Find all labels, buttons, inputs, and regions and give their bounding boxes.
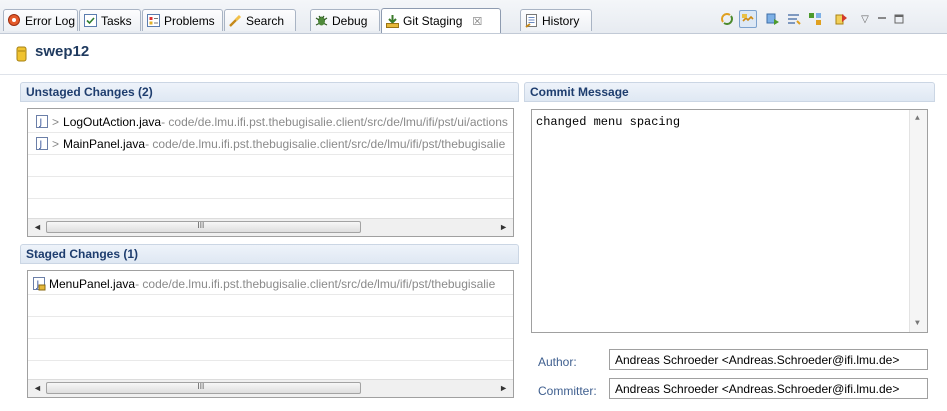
commit-message-text: changed menu spacing: [536, 115, 681, 129]
unstaged-changes-header[interactable]: Unstaged Changes (2): [20, 82, 519, 102]
close-tab-icon[interactable]: ☒: [472, 15, 482, 28]
repository-name: swep12: [35, 43, 90, 60]
git-staging-icon: [385, 14, 400, 29]
tab-label: Error Log: [25, 13, 76, 28]
scroll-left-icon[interactable]: ◄: [33, 383, 42, 393]
tab-error-log[interactable]: Error Log: [3, 9, 78, 31]
error-log-icon: [7, 13, 22, 28]
maximize-icon: [894, 14, 904, 24]
compare-mode-button[interactable]: [764, 10, 782, 28]
committer-field[interactable]: Andreas Schroeder <Andreas.Schroeder@ifi…: [609, 378, 928, 399]
list-item-empty: [28, 339, 513, 361]
java-file-icon: J: [36, 137, 48, 150]
search-icon: [228, 13, 243, 28]
commit-icon: [835, 14, 847, 25]
tab-history[interactable]: History: [520, 9, 592, 31]
tab-label: Git Staging: [403, 14, 463, 28]
author-field[interactable]: Andreas Schroeder <Andreas.Schroeder@ifi…: [609, 349, 928, 370]
staged-changes-list[interactable]: J MenuPanel.java - code/de.lmu.ifi.pst.t…: [27, 270, 514, 398]
tab-label: Debug: [332, 13, 368, 28]
file-path: - code/de.lmu.ifi.pst.thebugisalie.clien…: [145, 136, 506, 151]
scroll-down-icon[interactable]: ▼: [915, 319, 920, 328]
tab-problems[interactable]: Problems: [142, 9, 223, 31]
filter-icon: [809, 13, 821, 25]
svg-text:J: J: [39, 140, 43, 150]
horizontal-scrollbar[interactable]: ◄ III ►: [28, 379, 513, 397]
tab-git-staging[interactable]: Git Staging ☒: [381, 8, 501, 33]
commit-message-header[interactable]: Commit Message: [524, 82, 935, 102]
author-label: Author:: [538, 355, 577, 369]
scroll-up-icon[interactable]: ▲: [915, 114, 920, 123]
problems-icon: [146, 13, 161, 28]
scroll-thumb[interactable]: III: [46, 382, 361, 394]
list-item-empty: [28, 295, 513, 317]
file-name: MainPanel.java: [63, 136, 146, 151]
committer-label: Committer:: [538, 384, 597, 398]
file-path: - code/de.lmu.ifi.pst.thebugisalie.clien…: [135, 276, 496, 291]
list-item[interactable]: J > MainPanel.java - code/de.lmu.ifi.pst…: [28, 133, 513, 155]
list-item-empty: [28, 317, 513, 339]
java-file-icon: J: [36, 115, 48, 128]
repository-icon: [16, 46, 27, 65]
tab-tasks[interactable]: Tasks: [79, 9, 141, 31]
filter-button[interactable]: [806, 10, 824, 28]
refresh-button[interactable]: [718, 10, 736, 28]
form-header: [0, 34, 947, 75]
horizontal-scrollbar[interactable]: ◄ III ►: [28, 218, 513, 236]
list-item-empty: [28, 155, 513, 177]
scroll-thumb[interactable]: III: [46, 221, 361, 233]
vertical-scrollbar[interactable]: ▲ ▼: [909, 110, 927, 332]
view-menu-button[interactable]: ▽: [856, 10, 874, 28]
minimize-button[interactable]: [873, 10, 891, 28]
svg-text:J: J: [39, 118, 43, 128]
staged-changes-header[interactable]: Staged Changes (1): [20, 244, 519, 264]
debug-icon: [314, 13, 329, 28]
view-tab-bar: Error Log Tasks Problems Search Debug Gi…: [0, 0, 947, 34]
minimize-icon: [878, 17, 886, 19]
presentation-icon: [788, 14, 801, 25]
file-name: LogOutAction.java: [63, 114, 162, 129]
tab-label: Tasks: [101, 13, 132, 28]
history-icon: [524, 13, 539, 28]
tab-debug[interactable]: Debug: [310, 9, 380, 31]
file-path: - code/de.lmu.ifi.pst.thebugisalie.clien…: [161, 114, 508, 129]
list-item-empty: [28, 177, 513, 199]
compare-mode-icon: [766, 13, 779, 25]
file-name: MenuPanel.java: [49, 276, 136, 291]
link-with-selection-button[interactable]: [739, 10, 757, 28]
presentation-button[interactable]: [785, 10, 803, 28]
unstaged-changes-list[interactable]: J > LogOutAction.java - code/de.lmu.ifi.…: [27, 108, 514, 237]
list-item[interactable]: J MenuPanel.java - code/de.lmu.ifi.pst.t…: [28, 273, 513, 295]
link-with-selection-icon: [742, 14, 754, 22]
scroll-left-icon[interactable]: ◄: [33, 222, 42, 232]
view-menu-icon: ▽: [861, 13, 869, 25]
scroll-right-icon[interactable]: ►: [499, 383, 508, 393]
list-item[interactable]: J > LogOutAction.java - code/de.lmu.ifi.…: [28, 111, 513, 133]
refresh-icon: [721, 13, 733, 25]
maximize-button[interactable]: [890, 10, 908, 28]
commit-message-input[interactable]: changed menu spacing ▲ ▼: [531, 109, 928, 333]
commit-button[interactable]: [833, 10, 851, 28]
java-file-added-icon: J: [33, 277, 46, 291]
tab-label: History: [542, 13, 580, 28]
tab-search[interactable]: Search: [224, 9, 296, 31]
tab-label: Problems: [164, 13, 215, 28]
scroll-right-icon[interactable]: ►: [499, 222, 508, 232]
tab-label: Search: [246, 13, 285, 28]
tasks-icon: [83, 13, 98, 28]
